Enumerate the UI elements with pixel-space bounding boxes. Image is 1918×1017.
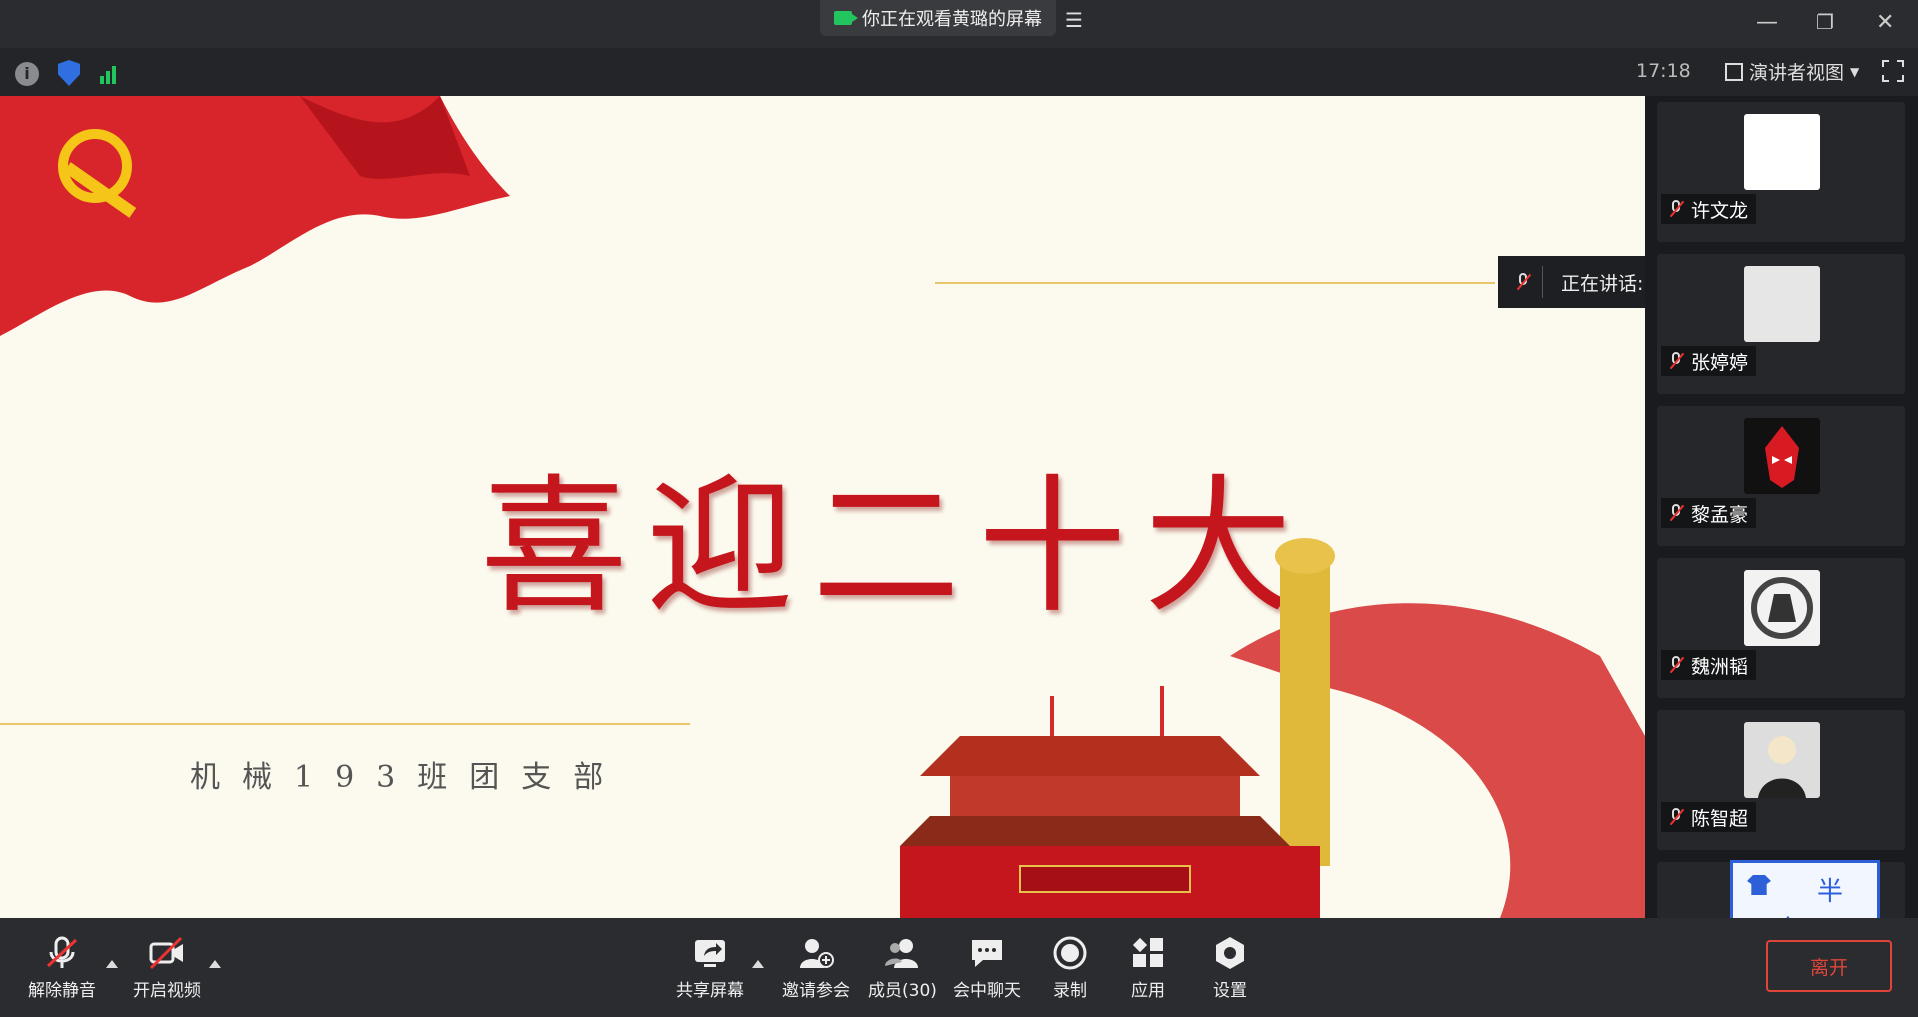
start-video-label: 开启视频 bbox=[133, 981, 201, 1001]
share-status-text: 你正在观看黄璐的屏幕 bbox=[862, 9, 1042, 30]
members-label: 成员(30) bbox=[868, 981, 937, 1001]
invite-button[interactable]: 邀请参会 bbox=[782, 936, 850, 1001]
record-icon bbox=[1053, 936, 1087, 970]
chat-icon bbox=[972, 940, 1002, 967]
menu-icon[interactable]: ☰ bbox=[1065, 8, 1083, 32]
meeting-clock: 17:18 bbox=[1636, 60, 1691, 82]
shirt-icon bbox=[1747, 875, 1771, 895]
view-mode-button[interactable]: 演讲者视图 ▼ bbox=[1725, 58, 1859, 85]
avatar bbox=[1744, 418, 1820, 494]
mic-muted-icon bbox=[1669, 352, 1683, 370]
participant-tile[interactable]: 陈智超 bbox=[1657, 710, 1905, 850]
tiananmen-image bbox=[900, 538, 1645, 918]
restore-icon[interactable]: ❐ bbox=[1816, 10, 1834, 34]
divider-line bbox=[0, 723, 690, 725]
mic-muted-icon bbox=[46, 936, 78, 968]
party-flag-image bbox=[0, 96, 510, 336]
mic-muted-icon bbox=[1516, 273, 1530, 291]
audio-options-caret[interactable] bbox=[106, 960, 118, 968]
participant-tile[interactable]: 张婷婷 bbox=[1657, 254, 1905, 394]
fullscreen-icon[interactable] bbox=[1882, 60, 1904, 82]
record-button[interactable]: 录制 bbox=[1052, 936, 1088, 1001]
participant-name: 张婷婷 bbox=[1691, 351, 1749, 374]
invite-label: 邀请参会 bbox=[782, 981, 850, 1001]
leave-meeting-button[interactable]: 离开 bbox=[1766, 940, 1892, 992]
video-off-icon bbox=[149, 936, 183, 970]
ime-halfwidth-label: 半 bbox=[1817, 877, 1844, 907]
participant-video-panel[interactable]: 许文龙 张婷婷 黎孟豪 魏洲韬 陈智超 bbox=[1645, 96, 1918, 918]
video-options-caret[interactable] bbox=[209, 960, 221, 968]
members-icon bbox=[885, 939, 919, 968]
avatar bbox=[1744, 266, 1820, 342]
start-video-button[interactable]: 开启视频 bbox=[133, 936, 201, 1001]
chevron-down-icon: ▼ bbox=[1850, 64, 1860, 79]
record-label: 录制 bbox=[1053, 981, 1087, 1001]
participant-name: 魏洲韬 bbox=[1691, 655, 1749, 678]
slide-subtitle: 机械193班团支部 bbox=[190, 760, 626, 795]
screen-share-indicator: 你正在观看黄璐的屏幕 bbox=[820, 0, 1056, 36]
avatar bbox=[1744, 722, 1820, 798]
close-icon[interactable]: ✕ bbox=[1876, 10, 1894, 35]
add-user-icon bbox=[800, 939, 834, 968]
gear-icon bbox=[1216, 937, 1244, 969]
participant-name: 陈智超 bbox=[1691, 807, 1749, 830]
network-signal-icon[interactable] bbox=[100, 62, 122, 84]
apps-label: 应用 bbox=[1131, 981, 1165, 1001]
mic-muted-icon bbox=[1669, 808, 1683, 826]
minimize-icon[interactable]: — bbox=[1756, 10, 1778, 35]
share-screen-label: 共享屏幕 bbox=[676, 981, 744, 1001]
chat-label: 会中聊天 bbox=[953, 981, 1021, 1001]
share-screen-icon bbox=[695, 940, 725, 967]
apps-icon bbox=[1132, 937, 1163, 967]
avatar bbox=[1744, 570, 1820, 646]
view-mode-label: 演讲者视图 bbox=[1749, 62, 1845, 84]
settings-label: 设置 bbox=[1213, 981, 1247, 1001]
divider-line bbox=[935, 282, 1495, 284]
camera-icon bbox=[834, 11, 858, 25]
layout-icon bbox=[1725, 62, 1743, 81]
members-button[interactable]: 成员(30) bbox=[868, 936, 937, 1001]
unmute-label: 解除静音 bbox=[28, 981, 96, 1001]
participant-name: 许文龙 bbox=[1691, 199, 1749, 222]
info-icon[interactable]: i bbox=[15, 62, 39, 86]
mic-muted-icon bbox=[1669, 656, 1683, 674]
mic-muted-icon bbox=[1669, 504, 1683, 522]
share-screen-button[interactable]: 共享屏幕 bbox=[676, 936, 744, 1001]
share-options-caret[interactable] bbox=[752, 960, 764, 968]
participant-tile[interactable]: 许文龙 bbox=[1657, 102, 1905, 242]
apps-button[interactable]: 应用 bbox=[1130, 936, 1166, 1001]
participant-tile[interactable]: 黎孟豪 bbox=[1657, 406, 1905, 546]
settings-button[interactable]: 设置 bbox=[1212, 936, 1248, 1001]
unmute-button[interactable]: 解除静音 bbox=[28, 936, 96, 1001]
chat-button[interactable]: 会中聊天 bbox=[953, 936, 1021, 1001]
participant-tile[interactable]: 魏洲韬 bbox=[1657, 558, 1905, 698]
participant-name: 黎孟豪 bbox=[1691, 503, 1749, 526]
shared-screen: 喜迎二十大 机械193班团支部 bbox=[0, 96, 1645, 918]
info-bar bbox=[0, 48, 1918, 96]
avatar bbox=[1744, 114, 1820, 190]
mic-muted-icon bbox=[1669, 200, 1683, 218]
